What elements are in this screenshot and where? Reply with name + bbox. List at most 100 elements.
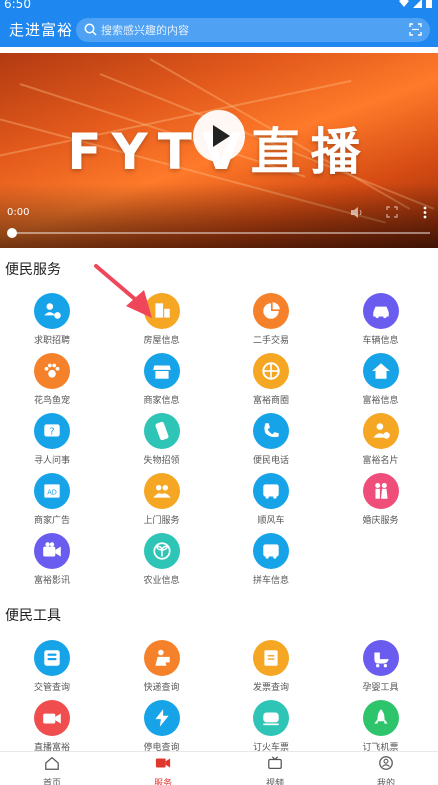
grid-item-label: 快递查询: [143, 683, 180, 693]
grid-item-label: 求职招聘: [33, 336, 70, 346]
scan-icon[interactable]: [409, 23, 422, 36]
grid-item[interactable]: 上门服务: [110, 473, 214, 531]
app-root: 6:50 走进富裕 搜索感兴趣的内容 FYTV直播 0:00 便民: [0, 0, 438, 785]
wifi-icon: [399, 0, 409, 7]
pointer-arrow: [94, 264, 152, 318]
grid-item-label: 商家广告: [33, 516, 70, 526]
status-icons: [399, 0, 432, 8]
tab-label: 首页: [42, 779, 61, 785]
play-button[interactable]: [193, 110, 245, 162]
grid-item[interactable]: 富裕影讯: [0, 533, 104, 591]
grid-item[interactable]: AD 商家广告: [0, 473, 104, 531]
fullscreen-icon[interactable]: [386, 206, 398, 218]
tab-label: 服务: [153, 779, 172, 785]
search-bar[interactable]: 搜索感兴趣的内容: [76, 18, 430, 42]
app-header: 6:50 走进富裕 搜索感兴趣的内容: [0, 0, 438, 47]
wheel-icon: [253, 353, 289, 389]
progress-knob[interactable]: [7, 228, 17, 238]
grid-item[interactable]: 孕婴工具: [329, 640, 433, 698]
grid-item[interactable]: 失物招领: [110, 413, 214, 471]
train-icon: [253, 700, 289, 736]
tab-item[interactable]: 服务: [133, 755, 193, 785]
section-title-tools: 便民工具: [5, 608, 61, 624]
grid-item-label: 商家信息: [143, 396, 180, 406]
question-icon: ?: [34, 413, 70, 449]
grid-item-label: 孕婴工具: [362, 683, 399, 693]
paw-icon: [34, 353, 70, 389]
grid-item-label: 发票查询: [252, 683, 289, 693]
grid-item-label: 二手交易: [252, 336, 289, 346]
grid-item[interactable]: 订火车票: [219, 700, 323, 758]
grid-item[interactable]: 拼车信息: [219, 533, 323, 591]
progress-bar[interactable]: [8, 232, 430, 234]
card-person-icon: [362, 413, 399, 449]
grid-item[interactable]: 订飞机票: [329, 700, 433, 758]
grid-item[interactable]: ? 寻人问事: [0, 413, 104, 471]
couple-icon: [362, 473, 399, 509]
grid-item-label: 富裕商圈: [252, 396, 289, 406]
app-title: 走进富裕: [9, 21, 74, 39]
player-controls-shade: [0, 183, 438, 248]
grid-item[interactable]: 富裕信息: [329, 353, 433, 411]
grid-item[interactable]: 停电查询: [110, 700, 214, 758]
volume-icon[interactable]: [350, 206, 363, 219]
traffic-icon: [34, 640, 70, 676]
grid-item[interactable]: 顺风车: [219, 473, 323, 531]
grid-item[interactable]: 车辆信息: [329, 293, 433, 351]
camera-icon: [34, 533, 70, 569]
ad-icon: AD: [34, 473, 70, 509]
battery-icon: [426, 0, 432, 8]
grid-item-label: 交管查询: [33, 683, 70, 693]
more-options-icon[interactable]: [422, 206, 428, 219]
tab-item[interactable]: 我的: [356, 755, 416, 785]
group-icon: [143, 473, 180, 509]
grid-item[interactable]: 富裕商圈: [219, 353, 323, 411]
invoice-icon: [253, 640, 289, 676]
svg-text:?: ?: [49, 426, 54, 437]
grid-item[interactable]: 发票查询: [219, 640, 323, 698]
grid-item-label: 富裕信息: [362, 396, 399, 406]
grid-item-label: 农业信息: [143, 576, 180, 586]
grid-item[interactable]: 农业信息: [110, 533, 214, 591]
section-title-services: 便民服务: [5, 262, 61, 278]
grid-item[interactable]: 二手交易: [219, 293, 323, 351]
search-placeholder: 搜索感兴趣的内容: [101, 24, 189, 37]
grid-item[interactable]: 商家信息: [110, 353, 214, 411]
grid-item-label: 车辆信息: [362, 336, 399, 346]
grid-item[interactable]: 直播富裕: [0, 700, 104, 758]
bus-icon: [253, 473, 289, 509]
grid-item-label: 婚庆服务: [362, 516, 399, 526]
store-icon: [143, 353, 180, 389]
call-icon: [253, 413, 289, 449]
grid-item[interactable]: 交管查询: [0, 640, 104, 698]
person-card-icon: [34, 293, 70, 329]
grid-item[interactable]: 花鸟鱼宠: [0, 353, 104, 411]
title-bar: 走进富裕 搜索感兴趣的内容: [0, 12, 438, 47]
grid-item-label: 便民电话: [252, 456, 289, 466]
tab-item[interactable]: 视频: [245, 755, 305, 785]
carpool-icon: [253, 533, 289, 569]
grid-item-label: 拼车信息: [252, 576, 289, 586]
grid-item-label: 顺风车: [257, 516, 285, 526]
tv-tab-icon: [268, 756, 282, 769]
grid-item-label: 失物招领: [143, 456, 180, 466]
current-time: 0:00: [7, 207, 30, 218]
grid-item[interactable]: 便民电话: [219, 413, 323, 471]
search-icon: [84, 23, 97, 36]
tab-label: 我的: [376, 779, 395, 785]
status-bar: 6:50: [0, 0, 438, 12]
svg-text:AD: AD: [47, 488, 57, 496]
status-time: 6:50: [4, 0, 31, 11]
pie-chart-icon: [253, 293, 289, 329]
play-icon: [213, 125, 230, 147]
tab-item[interactable]: 首页: [22, 755, 82, 785]
home-icon: [362, 353, 399, 389]
grid-item[interactable]: 富裕名片: [329, 413, 433, 471]
video-tab-icon: [155, 758, 171, 768]
grid-item-label: 房屋信息: [143, 336, 180, 346]
grid-item[interactable]: 求职招聘: [0, 293, 104, 351]
courier-icon: [143, 640, 180, 676]
grid-item[interactable]: 婚庆服务: [329, 473, 433, 531]
signal-icon: [413, 0, 422, 8]
grid-item[interactable]: 快递查询: [110, 640, 214, 698]
